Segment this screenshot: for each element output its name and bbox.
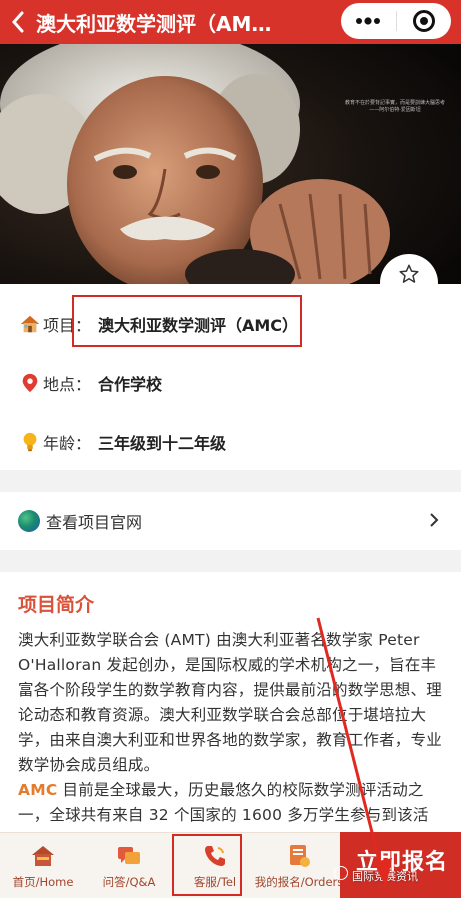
intro-paragraph-1: 澳大利亚数学联合会 (AMT) 由澳大利亚著名数学家 Peter O'Hallo… [18, 631, 442, 774]
tab-orders[interactable]: 我的报名/Orders [255, 833, 343, 898]
target-close-icon [412, 10, 435, 32]
tab-orders-label: 我的报名/Orders [254, 875, 344, 889]
top-nav-bar: 澳大利亚数学测评（AM… [0, 0, 461, 44]
website-link-label: 查看项目官网 [46, 513, 143, 532]
intro-paragraph-2-text: 目前是全球最大，历史最悠久的校际数学测评活动之一，全球共有来自 32 个国家的 … [18, 781, 429, 824]
tab-qa-label: 问答/Q&A [102, 875, 156, 889]
highlight-box-service-tab [172, 834, 242, 896]
location-label: 地点： [43, 375, 92, 394]
tab-home-label: 首页/Home [12, 875, 74, 889]
tab-home[interactable]: 首页/Home [0, 833, 86, 898]
hero-quote-text: 教育不在於要背記事實，而是要訓練大腦思考 ——阿尔伯特·爱因斯坦 [340, 100, 450, 114]
age-label: 年龄： [43, 434, 92, 453]
hero-banner-image: 教育不在於要背記事實，而是要訓練大腦思考 ——阿尔伯特·爱因斯坦 [0, 44, 461, 284]
intro-paragraph: 澳大利亚数学联合会 (AMT) 由澳大利亚著名数学家 Peter O'Hallo… [18, 628, 446, 828]
chevron-left-icon [11, 11, 24, 33]
intro-heading: 项目简介 [18, 594, 95, 616]
project-info-card: 项目： 澳大利亚数学测评（AMC） 地点： 合作学校 年龄： 三年级到十二年级 [0, 284, 461, 470]
chat-icon [118, 847, 140, 864]
hero-quote-line: 教育不在於要背記事實，而是要訓練大腦思考 [344, 100, 445, 106]
info-row-age: 年龄： 三年级到十二年级 [0, 422, 461, 462]
amc-highlight: AMC [18, 781, 58, 799]
location-pin-icon [22, 373, 38, 393]
home-icon [32, 846, 54, 866]
official-website-link[interactable]: 查看项目官网 [0, 492, 461, 550]
highlight-box-project [72, 295, 302, 347]
age-value: 三年级到十二年级 [98, 434, 227, 453]
back-button[interactable] [0, 0, 36, 44]
house-icon [20, 315, 40, 333]
more-dots-icon [356, 17, 381, 25]
einstein-portrait-illustration [0, 44, 461, 284]
close-program-button[interactable] [396, 3, 451, 39]
intro-paragraph-2: AMC 目前是全球最大，历史最悠久的校际数学测评活动之一，全球共有来自 32 个… [18, 778, 446, 828]
mini-program-capsule [341, 3, 451, 39]
lightbulb-icon [23, 432, 37, 452]
tab-qa[interactable]: 问答/Q&A [86, 833, 172, 898]
watermark-icon [334, 866, 348, 880]
star-icon [399, 264, 419, 283]
info-row-location: 地点： 合作学校 [0, 363, 461, 403]
location-value: 合作学校 [98, 375, 163, 394]
hero-quote-author: ——阿尔伯特·爱因斯坦 [369, 107, 421, 113]
watermark-text: 国际竞赛资讯 [352, 870, 418, 883]
page-title: 澳大利亚数学测评（AM… [36, 11, 272, 36]
chevron-right-icon [430, 513, 439, 527]
more-button[interactable] [341, 3, 396, 39]
orders-icon [290, 845, 310, 867]
signup-button[interactable]: 立即报名 [340, 832, 461, 898]
globe-icon [18, 510, 40, 532]
project-intro-section: 项目简介 澳大利亚数学联合会 (AMT) 由澳大利亚著名数学家 Peter O'… [0, 572, 461, 832]
